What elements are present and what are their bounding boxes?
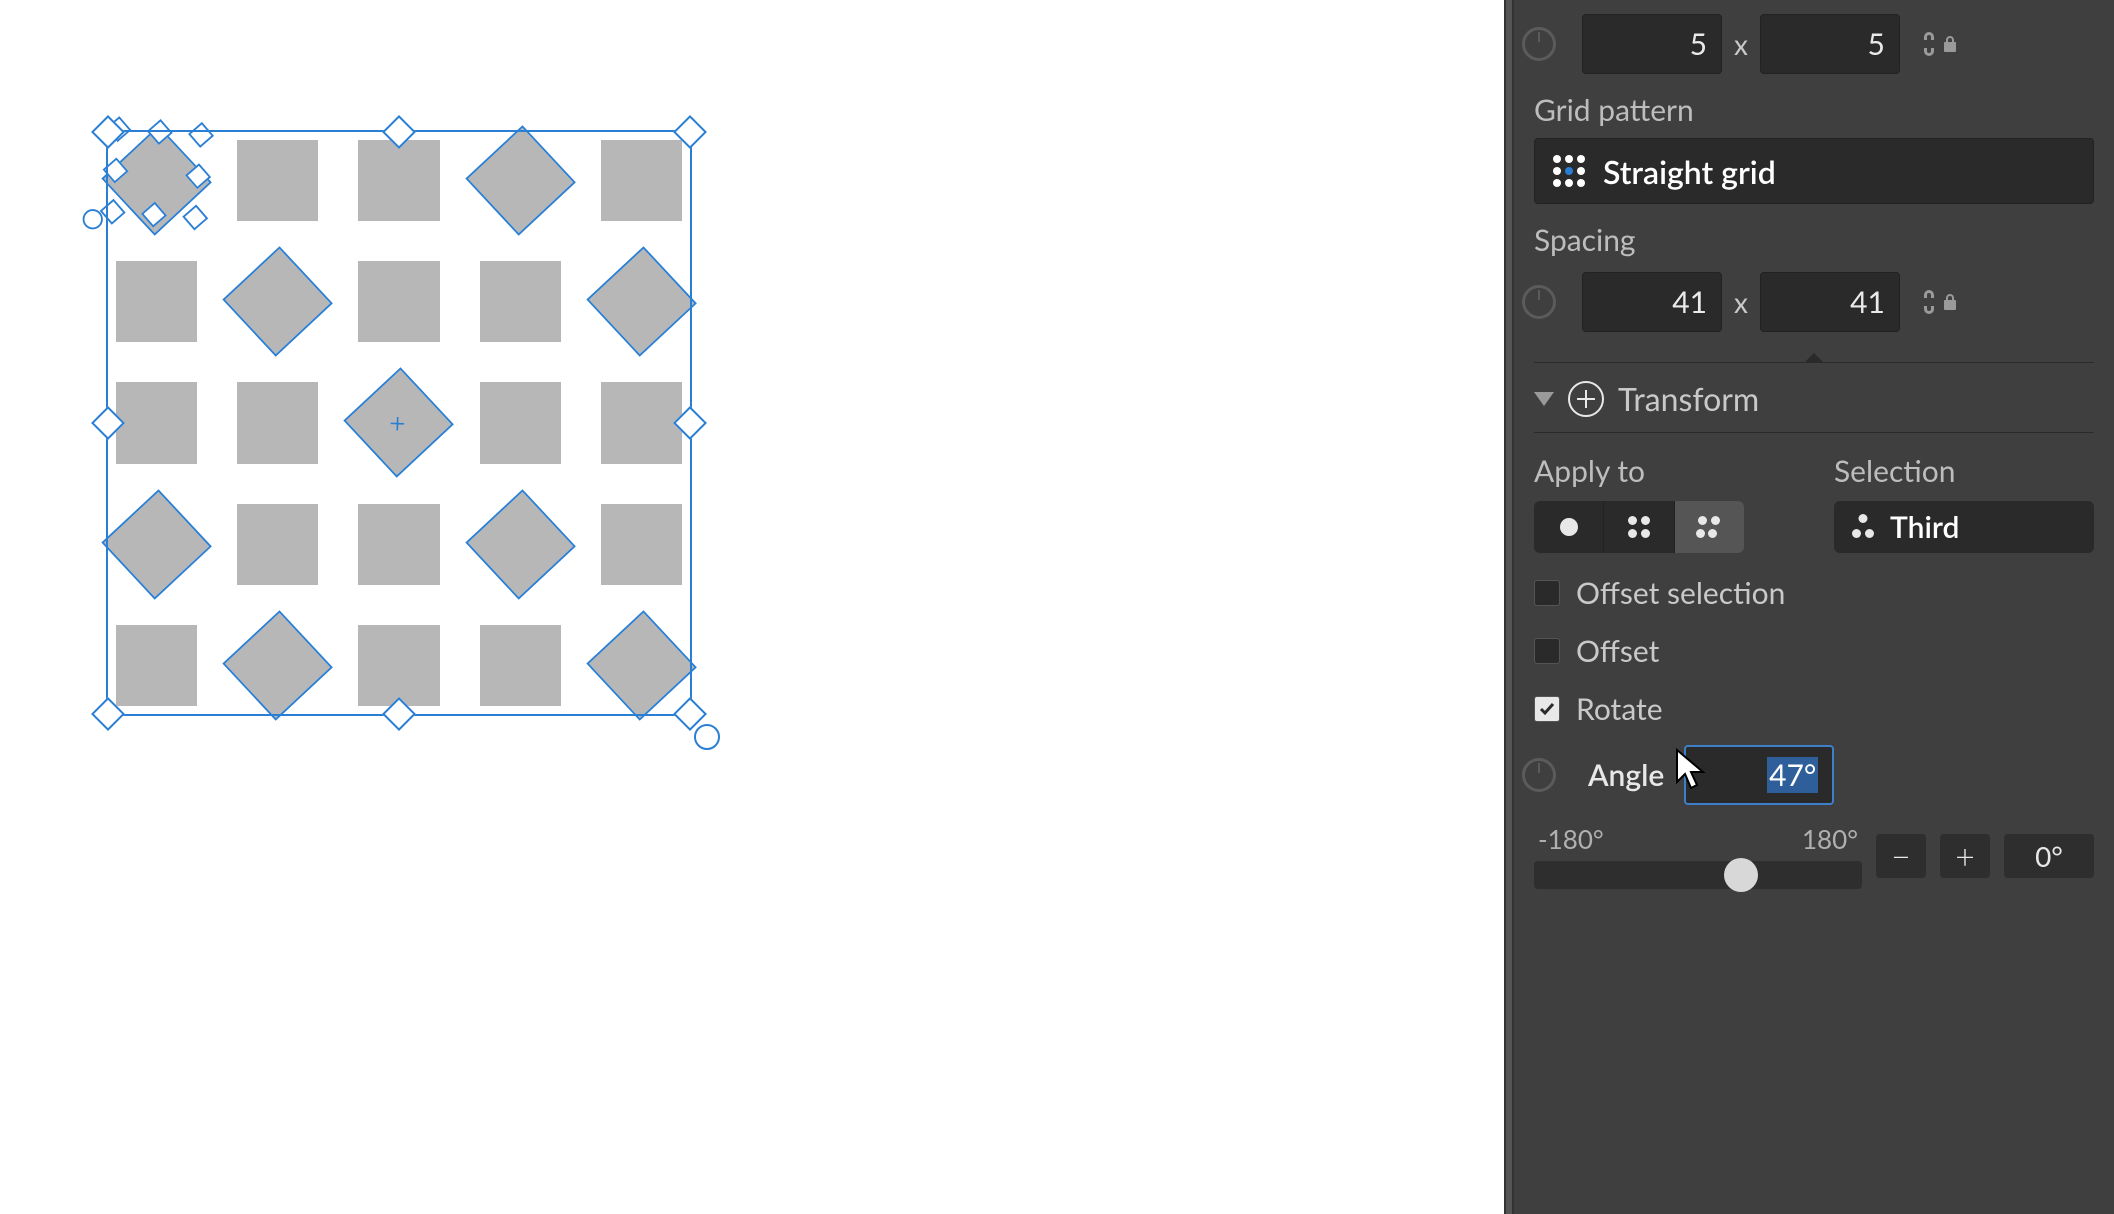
cell-3-4[interactable]	[480, 382, 561, 463]
grid-pattern-label: Grid pattern	[1534, 92, 2094, 128]
pattern-cells: ×	[116, 140, 682, 706]
cell-1-3[interactable]	[358, 140, 439, 221]
properties-panel: 5 x 5 Grid pattern Straight grid Spacing	[1514, 0, 2114, 1214]
grid-rows-input[interactable]: 5	[1760, 14, 1900, 74]
straight-grid-icon	[1551, 153, 1587, 189]
angle-label: Angle	[1588, 757, 1664, 793]
transform-icon	[1568, 381, 1604, 417]
cell-2-1[interactable]	[116, 261, 197, 342]
cell-2-5[interactable]	[589, 249, 695, 355]
cell-2-3[interactable]	[358, 261, 439, 342]
spacing-x-input[interactable]: 41	[1582, 272, 1722, 332]
spacing-knob-icon[interactable]	[1522, 285, 1556, 319]
cell-1-1[interactable]	[104, 128, 210, 234]
cell-5-4[interactable]	[480, 625, 561, 706]
cell-1-5[interactable]	[601, 140, 682, 221]
offset-selection-row: Offset selection	[1534, 575, 2094, 611]
rotate-checkbox[interactable]	[1534, 696, 1560, 722]
spacing-row: 41 x 41	[1534, 272, 2094, 332]
offset-selection-label: Offset selection	[1576, 575, 1785, 611]
check-icon	[1538, 700, 1556, 718]
cell-1-2[interactable]	[237, 140, 318, 221]
single-dot-icon	[1556, 514, 1582, 540]
selection-dropdown[interactable]: Third	[1834, 501, 2094, 553]
spacing-label: Spacing	[1534, 222, 2094, 258]
angle-knob-icon[interactable]	[1522, 758, 1556, 792]
cell-2-4[interactable]	[480, 261, 561, 342]
selection-value: Third	[1890, 509, 1959, 545]
cell-4-3[interactable]	[358, 504, 439, 585]
cell-4-2[interactable]	[237, 504, 318, 585]
offset-row: Offset	[1534, 633, 2094, 669]
apply-to-toggle	[1534, 501, 1744, 553]
design-canvas[interactable]: ×	[0, 0, 1504, 1214]
cell-5-2[interactable]	[225, 613, 331, 719]
offset-checkbox[interactable]	[1534, 638, 1560, 664]
cell-3-2[interactable]	[237, 382, 318, 463]
dimension-knob-icon[interactable]	[1522, 27, 1556, 61]
angle-slider-thumb[interactable]	[1724, 858, 1758, 892]
lock-icon	[1942, 34, 1958, 54]
times-label-2: x	[1734, 285, 1748, 319]
chain-icon	[1920, 30, 1938, 58]
transform-header-label: Transform	[1618, 379, 1759, 418]
rotation-handle[interactable]	[694, 724, 720, 750]
selection-label: Selection	[1834, 453, 2094, 489]
times-label: x	[1734, 27, 1748, 61]
apply-to-selection[interactable]	[1675, 501, 1744, 553]
diag-dots-icon	[1696, 514, 1722, 540]
cell-3-3[interactable]: ×	[346, 370, 452, 476]
cell-3-1[interactable]	[116, 382, 197, 463]
cell-4-5[interactable]	[601, 504, 682, 585]
cross-icon: ×	[386, 410, 413, 436]
dimensions-link-lock[interactable]	[1920, 30, 1958, 58]
angle-decrement-button[interactable]: −	[1876, 834, 1926, 878]
cell-4-1[interactable]	[104, 491, 210, 597]
rotate-row: Rotate	[1534, 691, 2094, 727]
offset-label: Offset	[1576, 633, 1659, 669]
apply-to-all[interactable]	[1604, 501, 1674, 553]
four-dots-icon	[1626, 514, 1652, 540]
cell-5-1[interactable]	[116, 625, 197, 706]
grid-dimensions-row: 5 x 5	[1534, 14, 2094, 74]
collapse-triangle-icon[interactable]	[1534, 392, 1554, 406]
angle-reset-button[interactable]: 0°	[2004, 834, 2094, 878]
slider-min-label: -180°	[1538, 823, 1604, 855]
cell-3-5[interactable]	[601, 382, 682, 463]
angle-slider[interactable]	[1534, 861, 1862, 889]
angle-input[interactable]: 47°	[1684, 745, 1834, 805]
cell-2-2[interactable]	[225, 249, 331, 355]
angle-row: Angle 47°	[1534, 745, 2094, 805]
cell-5-3[interactable]	[358, 625, 439, 706]
cell-5-5[interactable]	[589, 613, 695, 719]
cell-1-4[interactable]	[467, 128, 573, 234]
angle-slider-area: -180° 180° − + 0°	[1534, 823, 2094, 889]
third-pattern-icon	[1850, 514, 1876, 540]
panel-divider[interactable]	[1504, 0, 1514, 1214]
pattern-grid[interactable]: ×	[116, 140, 682, 706]
apply-to-label: Apply to	[1534, 453, 1798, 489]
cell-4-4[interactable]	[467, 491, 573, 597]
spacing-link-lock[interactable]	[1920, 288, 1958, 316]
grid-pattern-dropdown[interactable]: Straight grid	[1534, 138, 2094, 204]
spacing-y-input[interactable]: 41	[1760, 272, 1900, 332]
grid-cols-input[interactable]: 5	[1582, 14, 1722, 74]
angle-increment-button[interactable]: +	[1940, 834, 1990, 878]
chain-icon	[1920, 288, 1938, 316]
grid-pattern-value: Straight grid	[1603, 152, 1776, 191]
lock-icon	[1942, 292, 1958, 312]
transform-section-header[interactable]: Transform	[1534, 362, 2094, 433]
rotate-label: Rotate	[1576, 691, 1663, 727]
offset-selection-checkbox[interactable]	[1534, 580, 1560, 606]
apply-to-single[interactable]	[1534, 501, 1604, 553]
slider-max-label: 180°	[1802, 823, 1858, 855]
